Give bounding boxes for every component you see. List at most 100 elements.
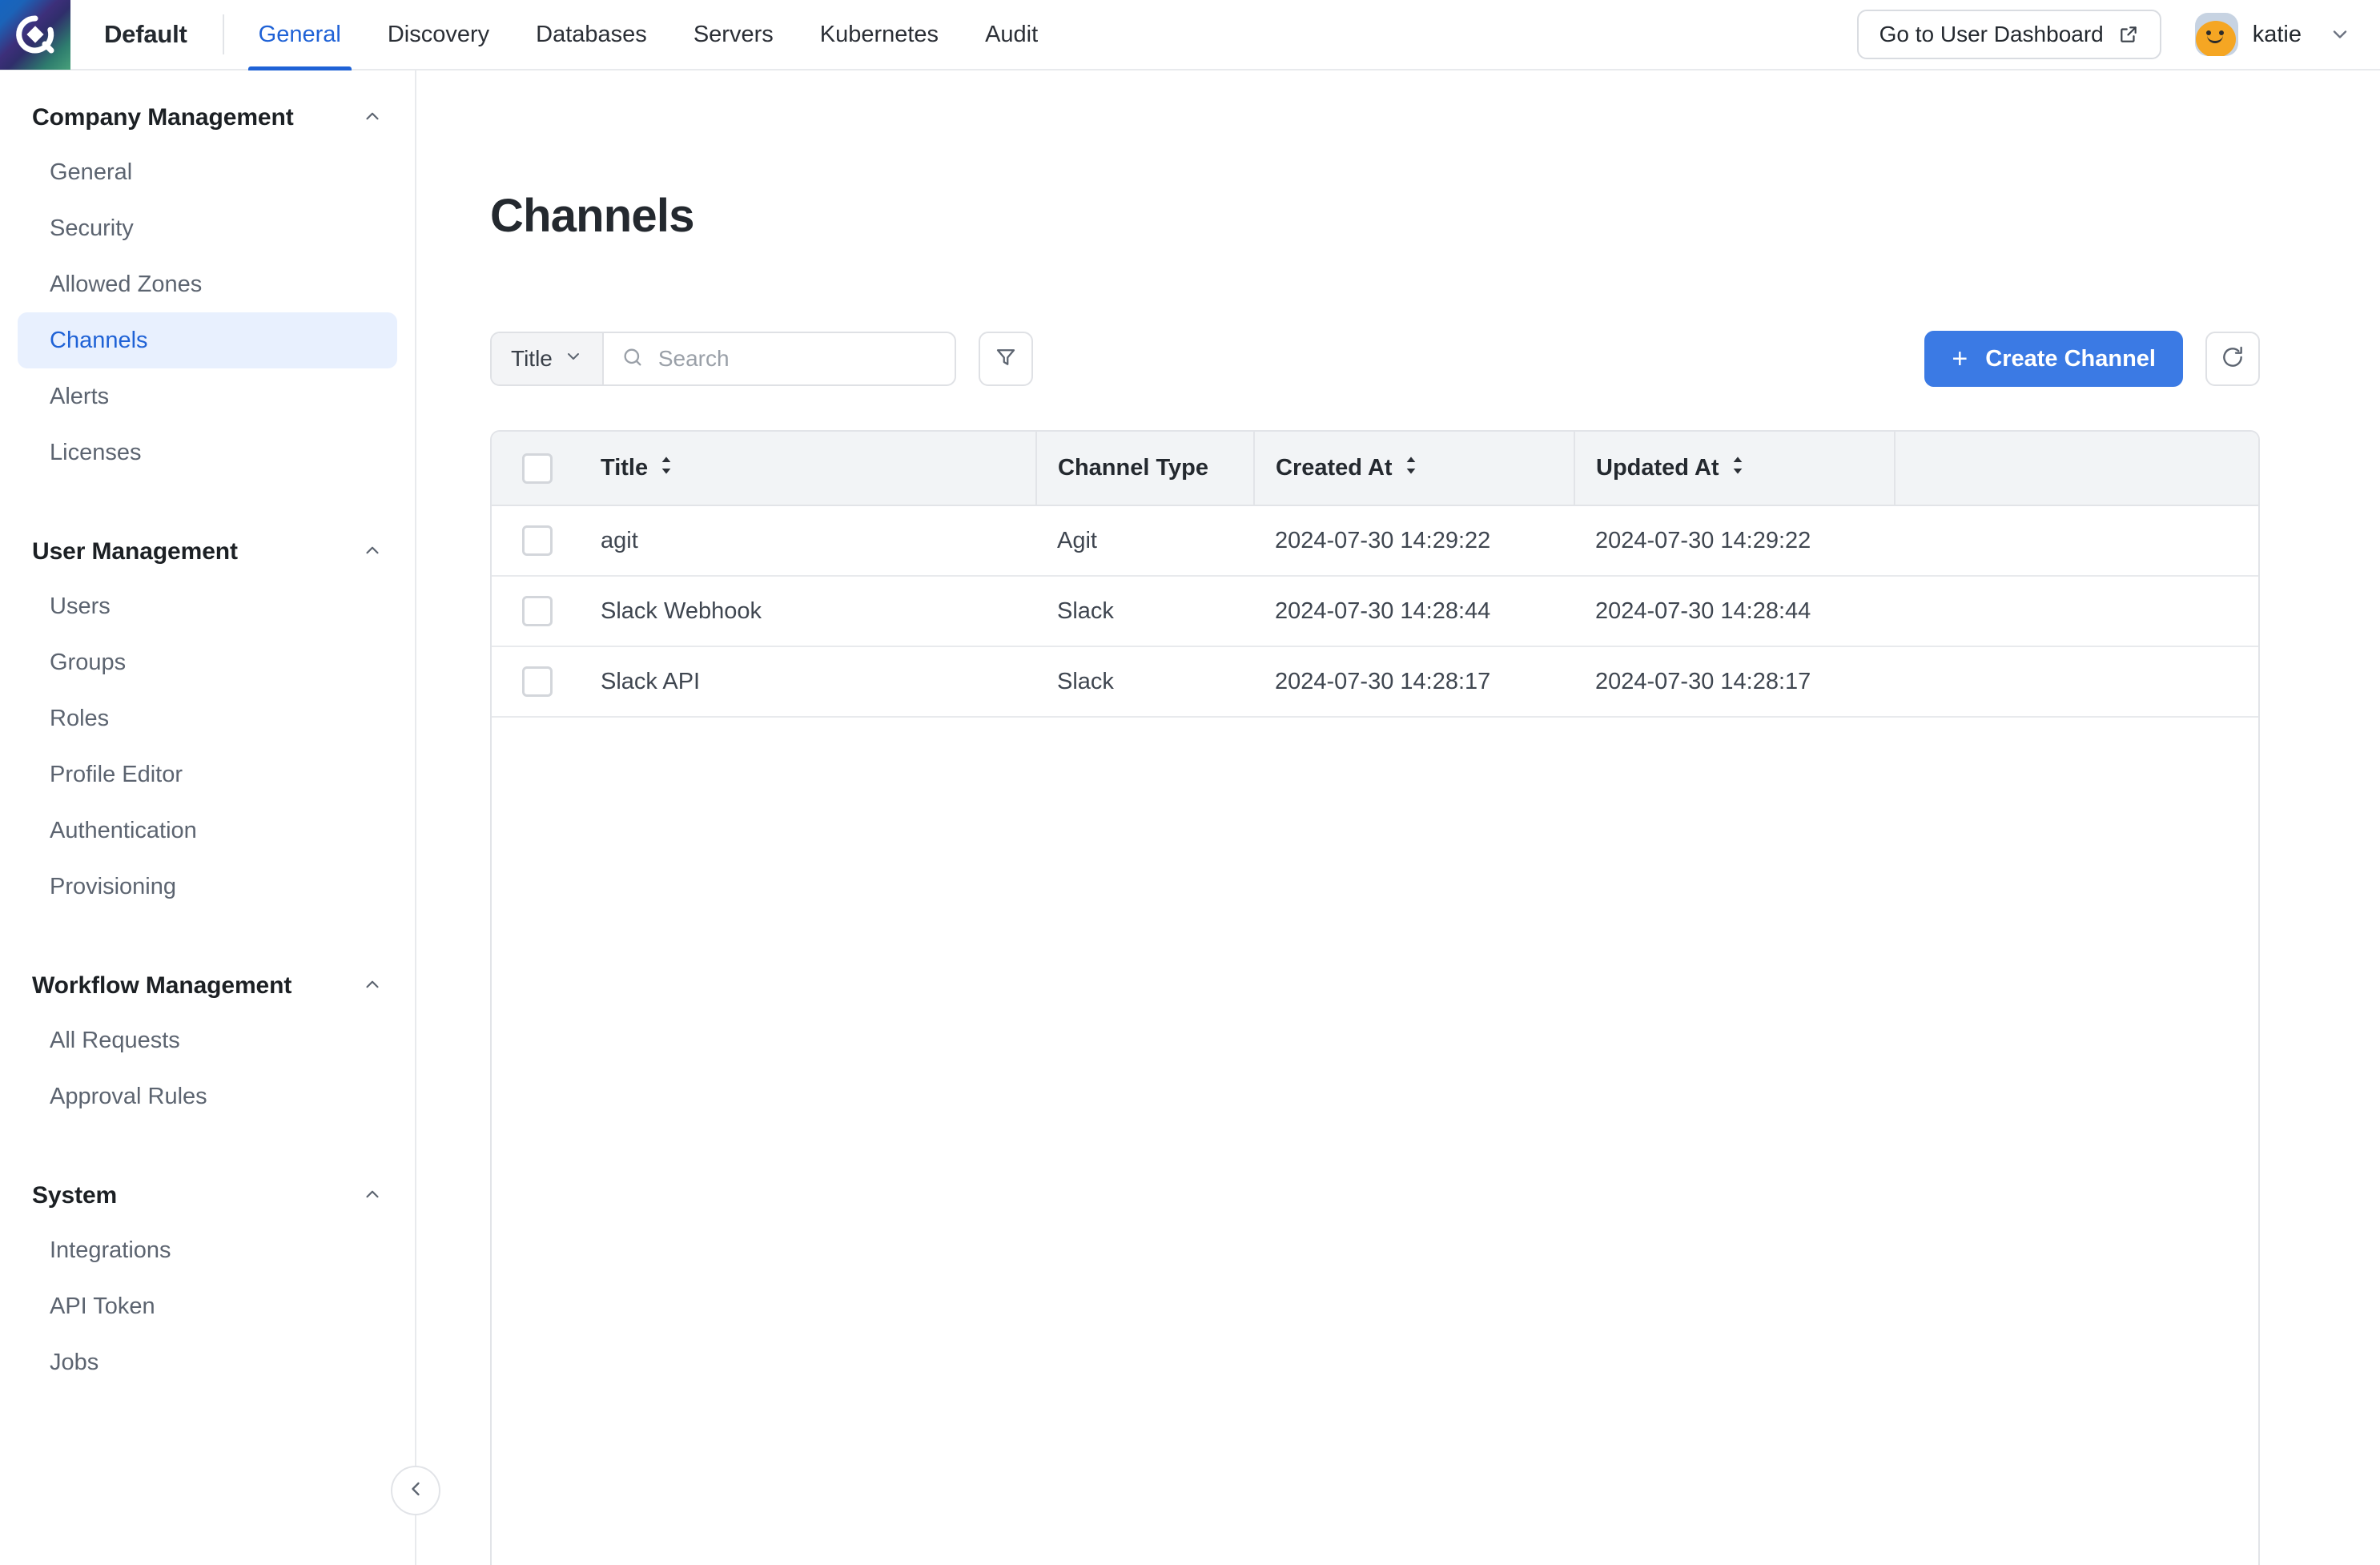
search-scope-dropdown[interactable]: Title [492, 333, 604, 384]
chevron-up-icon [362, 540, 383, 565]
tab-discovery[interactable]: Discovery [364, 0, 513, 70]
column-header-created-at[interactable]: Created At [1254, 432, 1574, 505]
chevron-up-icon [362, 974, 383, 999]
tab-servers[interactable]: Servers [670, 0, 797, 70]
sidebar-group-label: User Management [32, 538, 238, 565]
column-header-title[interactable]: Title [580, 432, 1036, 505]
sidebar-item-integrations[interactable]: Integrations [18, 1222, 397, 1278]
chevron-down-icon [2329, 23, 2351, 46]
sidebar-group-system[interactable]: System [18, 1169, 397, 1222]
select-all-header [492, 432, 580, 505]
column-label: Title [601, 455, 648, 481]
qbee-logo-icon[interactable] [0, 0, 70, 70]
sidebar-item-alerts[interactable]: Alerts [18, 368, 397, 424]
tab-databases[interactable]: Databases [513, 0, 670, 70]
topbar-divider [223, 14, 224, 54]
sidebar-group-user-management[interactable]: User Management [18, 525, 397, 578]
create-channel-button[interactable]: + Create Channel [1924, 331, 2183, 387]
sidebar-group-spacer [18, 915, 397, 939]
table-toolbar: Title [490, 331, 2260, 387]
go-to-user-dashboard-button[interactable]: Go to User Dashboard [1857, 10, 2161, 59]
chevron-up-icon [362, 1184, 383, 1209]
sidebar-item-allowed-zones[interactable]: Allowed Zones [18, 256, 397, 312]
sort-arrows-icon [1404, 455, 1418, 481]
user-name-label: katie [2253, 22, 2302, 48]
cell-channel-type: Slack [1036, 576, 1254, 646]
search-field[interactable] [604, 333, 955, 384]
sidebar-item-groups[interactable]: Groups [18, 634, 397, 690]
sidebar-item-authentication[interactable]: Authentication [18, 803, 397, 859]
search-icon [621, 346, 644, 372]
user-menu[interactable]: katie [2195, 13, 2351, 56]
top-bar: Default General Discovery Databases Serv… [0, 0, 2380, 70]
chevron-up-icon [362, 106, 383, 131]
page-title: Channels [490, 189, 2260, 243]
channels-table-container: Title Channel Type [490, 430, 2260, 1565]
sidebar-item-approval-rules[interactable]: Approval Rules [18, 1068, 397, 1124]
sidebar-item-profile-editor[interactable]: Profile Editor [18, 746, 397, 803]
sidebar: Company Management General Security Allo… [0, 70, 416, 1565]
sidebar-collapse-button[interactable] [391, 1466, 440, 1515]
tab-kubernetes[interactable]: Kubernetes [797, 0, 962, 70]
cell-title: agit [580, 505, 1036, 576]
main-nav-tabs: General Discovery Databases Servers Kube… [235, 0, 1062, 70]
checkbox-unchecked[interactable] [522, 596, 553, 626]
plus-icon: + [1952, 345, 1968, 372]
sidebar-item-api-token[interactable]: API Token [18, 1278, 397, 1334]
sidebar-group-label: Workflow Management [32, 972, 291, 1000]
cell-title: Slack Webhook [580, 576, 1036, 646]
cell-updated-at: 2024-07-30 14:29:22 [1574, 505, 1895, 576]
cell-created-at: 2024-07-30 14:29:22 [1254, 505, 1574, 576]
search-input[interactable] [658, 346, 937, 372]
refresh-button[interactable] [2205, 332, 2260, 386]
column-header-channel-type[interactable]: Channel Type [1036, 432, 1254, 505]
cell-actions [1895, 646, 2258, 717]
page-body: Company Management General Security Allo… [0, 70, 2380, 1565]
column-label: Channel Type [1058, 455, 1208, 481]
table-row[interactable]: Slack API Slack 2024-07-30 14:28:17 2024… [492, 646, 2258, 717]
search-scope-label: Title [511, 346, 553, 372]
table-body: agit Agit 2024-07-30 14:29:22 2024-07-30… [492, 505, 2258, 717]
sidebar-item-roles[interactable]: Roles [18, 690, 397, 746]
sidebar-group-spacer [18, 1124, 397, 1149]
search-group: Title [490, 332, 956, 386]
workspace-name[interactable]: Default [70, 20, 223, 49]
table-empty-space [492, 718, 2258, 1565]
create-channel-label: Create Channel [1985, 346, 2156, 372]
go-to-user-dashboard-label: Go to User Dashboard [1879, 22, 2104, 47]
checkbox-unchecked[interactable] [522, 453, 553, 484]
row-select-cell [492, 576, 580, 646]
cell-updated-at: 2024-07-30 14:28:44 [1574, 576, 1895, 646]
sidebar-group-company-management[interactable]: Company Management [18, 91, 397, 144]
column-header-updated-at[interactable]: Updated At [1574, 432, 1895, 505]
main-content: Channels Title [416, 70, 2380, 1565]
cell-actions [1895, 505, 2258, 576]
filter-button[interactable] [979, 332, 1033, 386]
sort-arrows-icon [1731, 455, 1745, 481]
external-link-icon [2118, 24, 2139, 45]
sidebar-item-general[interactable]: General [18, 144, 397, 200]
table-row[interactable]: agit Agit 2024-07-30 14:29:22 2024-07-30… [492, 505, 2258, 576]
sidebar-item-jobs[interactable]: Jobs [18, 1334, 397, 1390]
sidebar-item-all-requests[interactable]: All Requests [18, 1012, 397, 1068]
toolbar-actions: + Create Channel [1924, 331, 2260, 387]
tab-general[interactable]: General [235, 0, 364, 70]
row-select-cell [492, 646, 580, 717]
sidebar-item-channels[interactable]: Channels [18, 312, 397, 368]
sidebar-group-spacer [18, 481, 397, 505]
table-head: Title Channel Type [492, 432, 2258, 505]
sidebar-item-licenses[interactable]: Licenses [18, 424, 397, 481]
tab-audit[interactable]: Audit [962, 0, 1061, 70]
funnel-filter-icon [994, 345, 1018, 373]
column-header-actions [1895, 432, 2258, 505]
sidebar-item-security[interactable]: Security [18, 200, 397, 256]
checkbox-unchecked[interactable] [522, 525, 553, 556]
sidebar-item-provisioning[interactable]: Provisioning [18, 859, 397, 915]
table-header-row: Title Channel Type [492, 432, 2258, 505]
checkbox-unchecked[interactable] [522, 666, 553, 697]
table-row[interactable]: Slack Webhook Slack 2024-07-30 14:28:44 … [492, 576, 2258, 646]
sidebar-item-users[interactable]: Users [18, 578, 397, 634]
refresh-icon [2220, 344, 2245, 374]
column-label: Created At [1276, 455, 1393, 481]
sidebar-group-workflow-management[interactable]: Workflow Management [18, 960, 397, 1012]
